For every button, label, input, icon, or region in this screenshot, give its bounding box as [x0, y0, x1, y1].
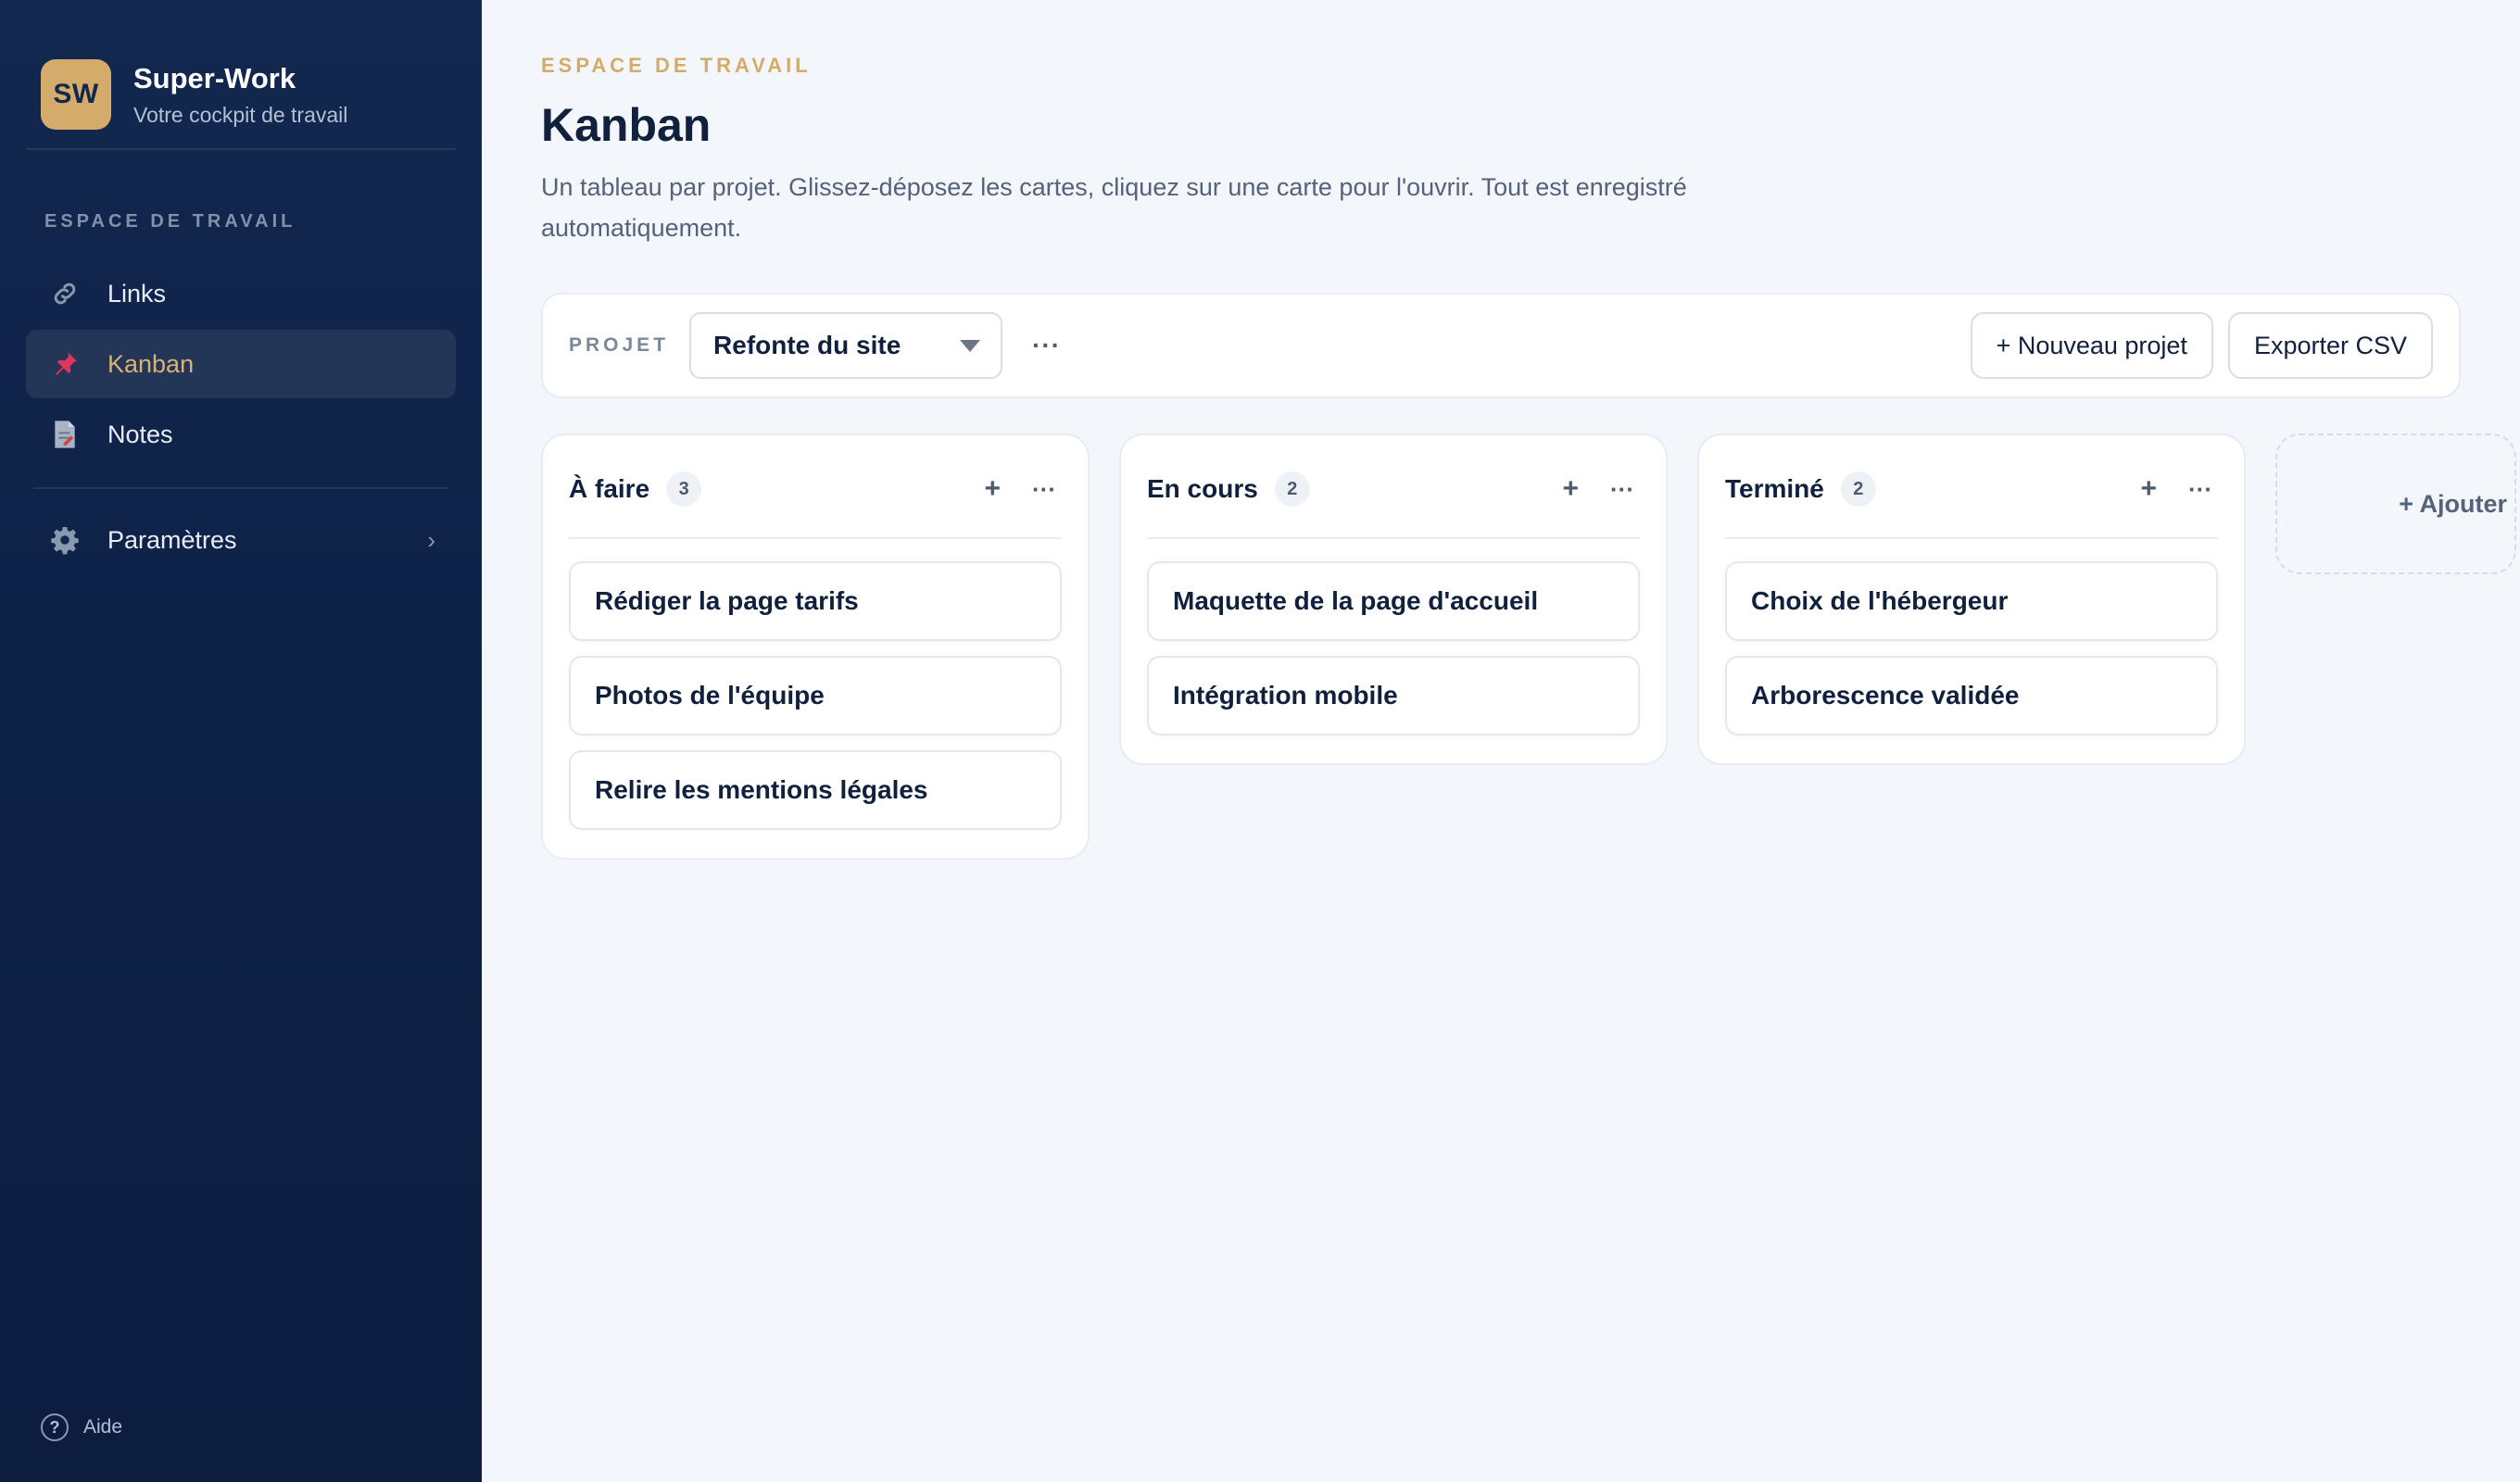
column-header: Terminé 2 + ··· [1725, 459, 2218, 539]
new-project-button[interactable]: + Nouveau projet [1970, 312, 2213, 379]
sidebar-item-kanban[interactable]: Kanban [26, 330, 456, 398]
brand-logo: SW [41, 59, 111, 130]
sidebar-item-label: Paramètres [107, 525, 237, 554]
help-icon: ? [41, 1413, 69, 1441]
export-csv-button[interactable]: Exporter CSV [2227, 312, 2433, 379]
project-more-button[interactable]: ··· [1032, 331, 1061, 360]
link-icon [48, 277, 82, 310]
column-title: À faire [569, 474, 650, 503]
kanban-card[interactable]: Photos de l'équipe [569, 656, 1062, 735]
column-header: À faire 3 + ··· [569, 459, 1062, 539]
page-eyebrow: ESPACE DE TRAVAIL [541, 54, 812, 77]
add-card-button[interactable]: + [2140, 473, 2157, 505]
sidebar-item-label: Notes [107, 420, 173, 448]
chevron-right-icon: › [427, 525, 435, 554]
card-list: Rédiger la page tarifs Photos de l'équip… [569, 561, 1062, 830]
card-list: Maquette de la page d'accueil Intégratio… [1147, 561, 1640, 735]
column-count-badge: 2 [1274, 471, 1310, 507]
sidebar-item-settings[interactable]: Paramètres › [26, 506, 456, 574]
brand[interactable]: SW Super-Work Votre cockpit de travail [0, 0, 482, 148]
brand-tagline: Votre cockpit de travail [133, 102, 348, 127]
caret-down-icon [960, 340, 981, 352]
kanban-card[interactable]: Rédiger la page tarifs [569, 561, 1062, 641]
column-count-badge: 3 [666, 471, 702, 507]
app-root: SW Super-Work Votre cockpit de travail E… [0, 0, 2520, 1482]
project-select[interactable]: Refonte du site [689, 312, 1003, 379]
column-actions: + ··· [2140, 473, 2212, 505]
kanban-card[interactable]: Arborescence validée [1725, 656, 2218, 735]
column-header: En cours 2 + ··· [1147, 459, 1640, 539]
brand-name: Super-Work [133, 61, 296, 94]
column-more-button[interactable]: ··· [2188, 475, 2212, 504]
kanban-card[interactable]: Maquette de la page d'accueil [1147, 561, 1640, 641]
kanban-column-done: Terminé 2 + ··· Choix de l'hébergeur Arb… [1697, 433, 2246, 765]
card-list: Choix de l'hébergeur Arborescence validé… [1725, 561, 2218, 735]
page-description: Un tableau par projet. Glissez-déposez l… [541, 173, 1687, 242]
pushpin-icon [48, 347, 82, 381]
brand-text: Super-Work Votre cockpit de travail [133, 62, 347, 128]
column-more-button[interactable]: ··· [1032, 475, 1056, 504]
sidebar-item-links[interactable]: Links [26, 259, 456, 328]
sidebar-item-notes[interactable]: Notes [26, 400, 456, 469]
column-actions: + ··· [1562, 473, 1634, 505]
toolbar-actions: + Nouveau projet Exporter CSV [1956, 312, 2433, 379]
column-count-badge: 2 [1840, 471, 1876, 507]
sidebar-nav: Links Kanban Notes [0, 259, 482, 469]
gear-icon [48, 523, 82, 557]
sidebar-item-label: Links [107, 279, 167, 308]
kanban-card[interactable]: Choix de l'hébergeur [1725, 561, 2218, 641]
project-select-value: Refonte du site [713, 331, 901, 359]
column-title: En cours [1147, 474, 1258, 503]
kanban-card[interactable]: Intégration mobile [1147, 656, 1640, 735]
column-more-button[interactable]: ··· [1610, 475, 1634, 504]
sidebar: SW Super-Work Votre cockpit de travail E… [0, 0, 482, 1482]
sidebar-divider [33, 487, 448, 489]
help-link[interactable]: ? Aide [41, 1413, 122, 1441]
add-column-button[interactable]: + Ajouter [2275, 433, 2516, 574]
sidebar-item-label: Kanban [107, 349, 195, 378]
project-toolbar: PROJET Refonte du site ··· + Nouveau pro… [541, 293, 2461, 398]
kanban-column-todo: À faire 3 + ··· Rédiger la page tarifs P… [541, 433, 1090, 860]
add-card-button[interactable]: + [984, 473, 1001, 505]
help-label: Aide [83, 1416, 123, 1438]
notes-icon [48, 418, 82, 451]
column-actions: + ··· [984, 473, 1056, 505]
kanban-column-in-progress: En cours 2 + ··· Maquette de la page d'a… [1119, 433, 1668, 765]
column-title: Terminé [1725, 474, 1824, 503]
project-label: PROJET [569, 334, 670, 356]
page-title: Kanban [541, 99, 712, 151]
add-card-button[interactable]: + [1562, 473, 1579, 505]
sidebar-section-label: ESPACE DE TRAVAIL [44, 211, 296, 232]
kanban-board: À faire 3 + ··· Rédiger la page tarifs P… [541, 433, 2516, 860]
kanban-card[interactable]: Relire les mentions légales [569, 750, 1062, 830]
